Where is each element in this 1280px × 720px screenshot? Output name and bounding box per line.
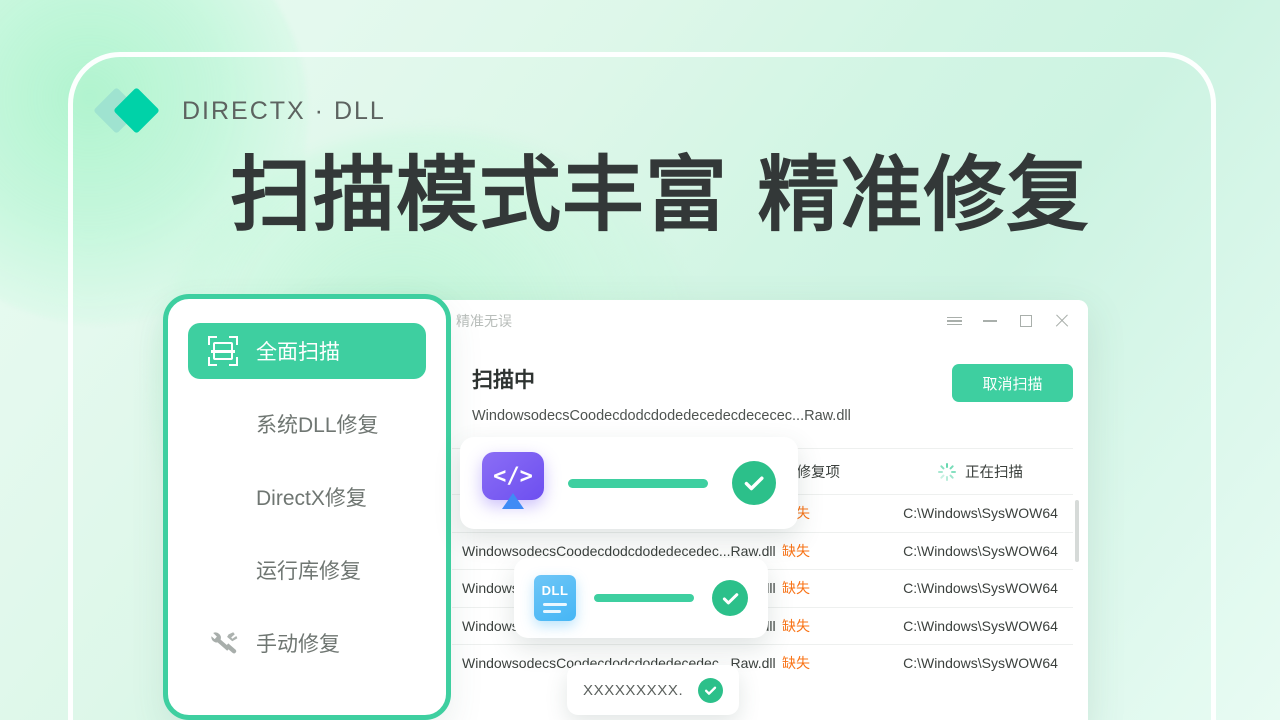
scan-status-label: 正在扫描	[965, 465, 1023, 481]
dll-file-icon: DLL	[534, 575, 576, 621]
cell-file: WindowsodecsCoodecdodcdodedecedec...Raw.…	[462, 542, 776, 559]
brand-text: DIRECTX · DLL	[182, 96, 386, 125]
check-circle-icon	[712, 580, 748, 616]
brand: DIRECTX · DLL	[93, 87, 386, 134]
sidebar-item-runtime-library-repair[interactable]: 运行库修复	[188, 542, 426, 598]
dll-document-icon: DLL	[211, 422, 227, 431]
window-controls	[946, 313, 1074, 329]
library-bowtie-icon	[208, 555, 238, 585]
sidebar-item-directx-repair[interactable]: DirectX修复	[188, 469, 426, 525]
maximize-icon[interactable]	[1018, 313, 1034, 329]
column-header-state: 待修复项	[782, 465, 840, 481]
floating-card-generic: XXXXXXXXX...	[567, 665, 739, 715]
scan-current-file: WindowsodecsCoodecdodcdodedecedecdececec…	[472, 408, 851, 424]
sidebar-item-label: 系统DLL修复	[256, 414, 379, 437]
cancel-scan-button[interactable]: 取消扫描	[952, 364, 1073, 402]
sidebar-item-label: DirectX修复	[256, 487, 367, 510]
page-stage: DIRECTX · DLL 扫描模式丰富 精准修复 精准无误 扫描中 Windo…	[0, 0, 1280, 720]
sidebar-item-label: 运行库修复	[256, 560, 361, 583]
column-header-scan-status: 正在扫描	[902, 461, 1073, 482]
cell-path: C:\Windows\SysWOW64	[903, 580, 1058, 597]
check-circle-icon	[732, 461, 776, 505]
cell-state: 缺失	[782, 503, 902, 523]
loading-spinner-icon	[938, 462, 956, 481]
sidebar-item-label: 手动修复	[256, 633, 340, 656]
cell-path: C:\Windows\SysWOW64	[903, 505, 1058, 522]
circle-x-icon	[208, 482, 238, 512]
floating-card-label: XXXXXXXXX...	[583, 681, 684, 699]
code-monitor-icon: </>	[482, 452, 544, 514]
minimize-icon[interactable]	[982, 313, 998, 329]
sidebar-item-full-scan[interactable]: 全面扫描	[188, 323, 426, 379]
page-title: 扫描模式丰富 精准修复	[230, 148, 1090, 243]
cell-path: C:\Windows\SysWOW64	[903, 617, 1058, 634]
cell-state: 缺失	[782, 542, 810, 559]
wrench-icon	[208, 628, 238, 658]
scan-frame-icon	[208, 336, 238, 366]
table-row[interactable]: WindowsodecsCoodecdodcdodedecedec...Raw.…	[452, 644, 1073, 682]
table-scrollbar[interactable]	[1075, 500, 1079, 562]
floating-card-code: </>	[460, 437, 798, 529]
cell-path: C:\Windows\SysWOW64	[903, 542, 1058, 559]
progress-bar	[568, 478, 708, 488]
floating-card-dll: DLL	[514, 558, 768, 638]
logo-icon	[93, 87, 166, 134]
cell-state: 缺失	[782, 580, 810, 597]
cell-path: C:\Windows\SysWOW64	[903, 655, 1058, 672]
check-circle-icon	[698, 677, 723, 703]
window-title: 精准无误	[456, 313, 512, 329]
close-icon[interactable]	[1054, 313, 1070, 329]
sidebar-menu-card: 全面扫描 DLL 系统DLL修复 DirectX修复 运行库修复 手动修复	[163, 294, 451, 720]
sidebar-item-manual-repair[interactable]: 手动修复	[188, 615, 426, 671]
cell-state: 缺失	[782, 655, 810, 672]
sidebar-item-label: 全面扫描	[256, 341, 340, 364]
menu-icon[interactable]	[946, 313, 962, 329]
sidebar-item-system-dll-repair[interactable]: DLL 系统DLL修复	[188, 396, 426, 452]
progress-bar	[594, 594, 694, 602]
cell-state: 缺失	[782, 617, 810, 634]
